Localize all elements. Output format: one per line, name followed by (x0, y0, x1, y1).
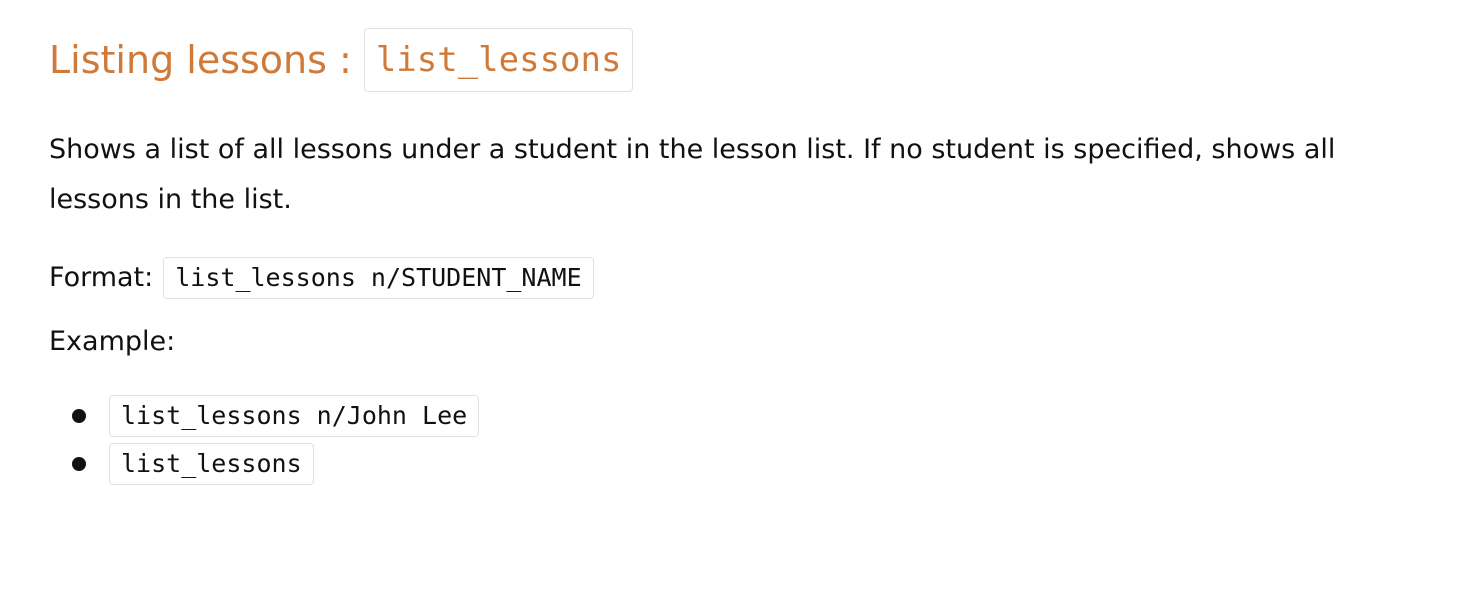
example-label: Example: (49, 326, 176, 357)
document-section: Listing lessons : list_lessons Shows a l… (49, 28, 1409, 488)
example-code: list_lessons n/John Lee (109, 395, 480, 437)
bullet-icon (72, 409, 86, 423)
heading-text: Listing lessons : (49, 38, 352, 82)
example-code: list_lessons (109, 443, 314, 485)
example-list: list_lessons n/John Lee list_lessons (49, 392, 1409, 488)
list-item: list_lessons n/John Lee (49, 392, 1409, 440)
format-label: Format: (49, 262, 154, 293)
command-name-code: list_lessons (363, 28, 634, 92)
command-description: Shows a list of all lessons under a stud… (49, 134, 1336, 215)
format-line: Format: list_lessons n/STUDENT_NAME (49, 253, 1409, 303)
format-code: list_lessons n/STUDENT_NAME (163, 257, 594, 299)
section-heading: Listing lessons : list_lessons (49, 28, 1409, 92)
bullet-icon (72, 457, 86, 471)
list-item: list_lessons (49, 440, 1409, 488)
